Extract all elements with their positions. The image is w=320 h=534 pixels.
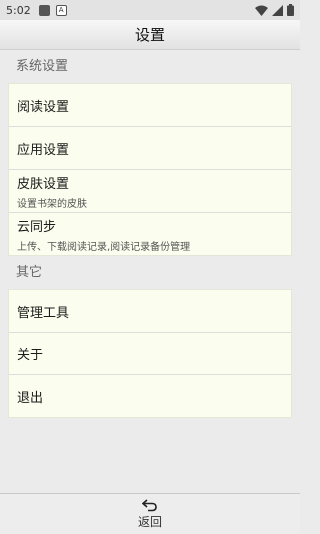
settings-item-description: 上传、下载阅读记录,阅读记录备份管理 — [17, 241, 191, 253]
return-arrow-icon — [142, 498, 157, 511]
settings-item-label: 管理工具 — [17, 305, 70, 321]
settings-item-label: 应用设置 — [17, 142, 70, 158]
settings-item-exit[interactable]: 退出 — [9, 375, 291, 417]
back-button[interactable]: 返回 — [0, 493, 300, 534]
status-bar: 5:02 A — [0, 0, 300, 20]
settings-item-reading[interactable]: 阅读设置 — [9, 84, 291, 127]
settings-item-about[interactable]: 关于 — [9, 333, 291, 375]
settings-item-label: 关于 — [17, 348, 44, 363]
app-notification-icon: A — [55, 4, 67, 16]
title-bar: 设置 — [0, 20, 300, 50]
settings-item-label: 云同步 — [17, 219, 57, 235]
back-label: 返回 — [137, 514, 162, 529]
settings-item-description: 设置书架的皮肤 — [17, 198, 87, 210]
settings-item-label: 阅读设置 — [17, 99, 70, 115]
settings-item-cloud-sync[interactable]: 云同步 上传、下载阅读记录,阅读记录备份管理 — [9, 213, 291, 255]
settings-item-label: 退出 — [17, 390, 44, 406]
page-title: 设置 — [134, 26, 165, 44]
settings-item-manage-tools[interactable]: 管理工具 — [9, 290, 291, 333]
settings-item-skin[interactable]: 皮肤设置 设置书架的皮肤 — [9, 170, 291, 213]
settings-item-app[interactable]: 应用设置 — [9, 127, 291, 170]
settings-group-other: 管理工具 关于 退出 — [8, 289, 292, 418]
battery-icon — [287, 4, 294, 16]
settings-item-label: 皮肤设置 — [17, 176, 70, 192]
signal-icon — [272, 4, 283, 16]
settings-group-system: 阅读设置 应用设置 皮肤设置 设置书架的皮肤 云同步 上传、下载阅读记录,阅读记… — [8, 83, 292, 256]
section-header-system: 系统设置 — [16, 59, 69, 74]
section-header-other: 其它 — [16, 265, 43, 280]
status-time: 5:02 — [6, 3, 31, 17]
wifi-icon — [255, 5, 268, 16]
notification-icon — [38, 4, 50, 16]
settings-content: 系统设置 阅读设置 应用设置 皮肤设置 设置书架的皮肤 云同步 上传、下载阅读记… — [8, 50, 292, 418]
